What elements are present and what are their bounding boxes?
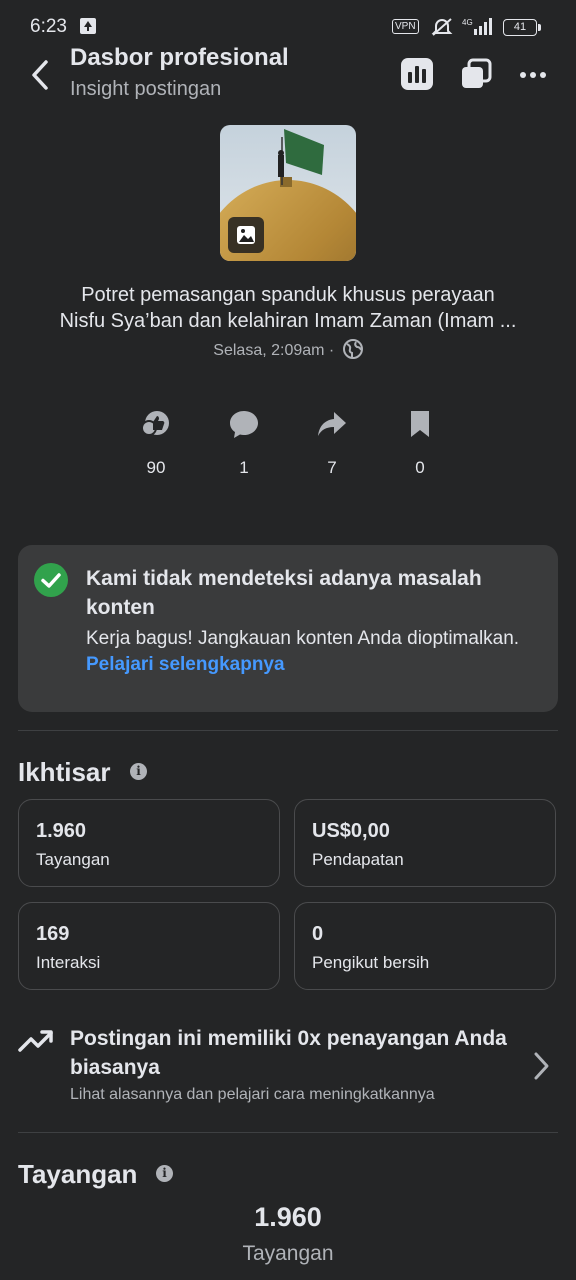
metric-card-earnings[interactable]: US$0,00 Pendapatan bbox=[294, 799, 556, 887]
notice-title: Kami tidak mendeteksi adanya masalah kon… bbox=[86, 567, 482, 619]
info-icon[interactable]: i bbox=[130, 763, 147, 780]
globe-icon bbox=[342, 339, 363, 359]
post-thumbnail[interactable] bbox=[220, 125, 356, 261]
saves-stat: 0 bbox=[390, 408, 450, 478]
post-date: Selasa, 2:09am · bbox=[213, 342, 335, 359]
saves-count: 0 bbox=[415, 458, 425, 477]
back-arrow-icon[interactable] bbox=[26, 58, 56, 92]
network-label: 4G bbox=[462, 18, 473, 27]
post-title[interactable]: Potret pemasangan spanduk khusus perayaa… bbox=[30, 282, 546, 334]
signal-icon: 4G bbox=[462, 18, 492, 35]
reactions-stat: 90 bbox=[126, 408, 186, 478]
metric-card-net-followers[interactable]: 0 Pengikut bersih bbox=[294, 902, 556, 990]
metric-label: Tayangan bbox=[36, 850, 110, 869]
overview-heading: Ikhtisar bbox=[18, 757, 111, 787]
info-icon[interactable]: i bbox=[156, 1165, 173, 1182]
reaction-icon bbox=[141, 411, 169, 436]
comments-stat: 1 bbox=[214, 408, 274, 478]
metric-card-views[interactable]: 1.960 Tayangan bbox=[18, 799, 280, 887]
copy-icon[interactable] bbox=[460, 58, 492, 90]
metric-value: 169 bbox=[36, 923, 70, 945]
metric-value: 1.960 bbox=[36, 820, 87, 842]
upload-icon bbox=[80, 18, 96, 34]
mute-icon bbox=[431, 18, 453, 36]
post-meta: Selasa, 2:09am · bbox=[0, 339, 576, 360]
status-time: 6:23 bbox=[30, 16, 67, 37]
views-total: 1.960 bbox=[254, 1202, 322, 1232]
metric-label: Pengikut bersih bbox=[312, 953, 430, 972]
divider bbox=[18, 1132, 558, 1133]
learn-more-link[interactable]: Pelajari selengkapnya bbox=[86, 654, 285, 675]
trend-title: Postingan ini memiliki 0x penayangan And… bbox=[70, 1027, 507, 1079]
reactions-count: 90 bbox=[146, 458, 166, 477]
insights-chart-button[interactable] bbox=[401, 58, 433, 90]
shares-count: 7 bbox=[327, 458, 337, 477]
page-title: Dasbor profesional bbox=[70, 44, 289, 71]
battery-icon: 41 bbox=[503, 19, 541, 36]
notice-text: Kerja bagus! Jangkauan konten Anda diopt… bbox=[86, 628, 520, 649]
share-icon bbox=[318, 412, 346, 436]
save-icon bbox=[411, 411, 429, 437]
comments-count: 1 bbox=[239, 458, 249, 477]
metric-label: Pendapatan bbox=[312, 850, 404, 869]
page-subtitle: Insight postingan bbox=[70, 78, 222, 100]
views-label: Tayangan bbox=[242, 1242, 334, 1265]
metric-card-interactions[interactable]: 169 Interaksi bbox=[18, 902, 280, 990]
views-heading: Tayangan bbox=[18, 1159, 138, 1189]
metric-value: US$0,00 bbox=[312, 820, 390, 842]
metric-label: Interaksi bbox=[36, 953, 101, 972]
notice-body: Kerja bagus! Jangkauan konten Anda diopt… bbox=[86, 626, 546, 678]
vpn-badge: VPN bbox=[392, 19, 419, 34]
more-options-icon[interactable] bbox=[518, 60, 548, 90]
trend-subtitle: Lihat alasannya dan pelajari cara mening… bbox=[70, 1086, 435, 1103]
metric-value: 0 bbox=[312, 923, 324, 945]
shares-stat: 7 bbox=[302, 408, 362, 478]
comment-icon bbox=[230, 411, 258, 438]
trending-up-icon bbox=[18, 1030, 53, 1052]
post-title-line-1: Potret pemasangan spanduk khusus perayaa… bbox=[81, 284, 495, 306]
post-title-line-2: Nisfu Sya’ban dan kelahiran Imam Zaman (… bbox=[59, 310, 517, 332]
chevron-right-icon[interactable] bbox=[530, 1050, 552, 1082]
divider bbox=[18, 730, 558, 731]
check-circle-icon bbox=[34, 563, 68, 597]
